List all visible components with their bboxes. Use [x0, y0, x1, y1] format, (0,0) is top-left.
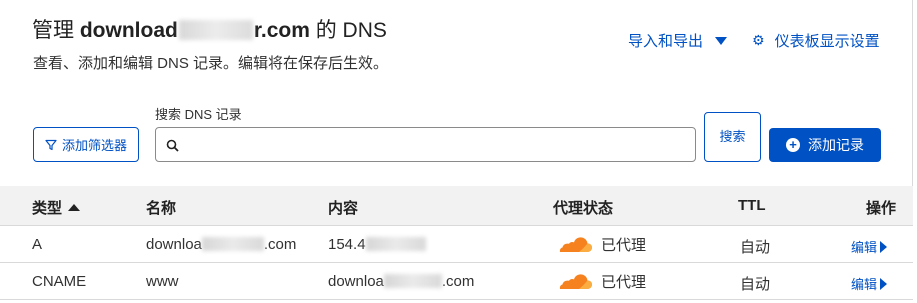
record-content: 154.4: [328, 236, 426, 253]
import-export-label: 导入和导出: [628, 33, 704, 50]
title-suffix: 的 DNS: [315, 19, 387, 42]
record-content: downloa .com: [328, 273, 475, 290]
proxy-status-label: 已代理: [601, 237, 647, 254]
funnel-icon: [45, 139, 57, 150]
page-title: 管理 download r.com 的 DNS: [32, 14, 387, 44]
page-subtitle: 查看、添加和编辑 DNS 记录。编辑将在保存后生效。: [33, 55, 389, 72]
add-filter-button[interactable]: 添加筛选器: [33, 127, 139, 162]
column-actions: 操作: [866, 200, 897, 217]
table-row: CNAME www downloa .com 已代理 自动 编辑: [0, 263, 913, 300]
dns-panel: 管理 download r.com 的 DNS 查看、添加和编辑 DNS 记录。编…: [0, 0, 913, 300]
add-filter-label: 添加筛选器: [61, 138, 127, 153]
column-type[interactable]: 类型: [32, 197, 81, 218]
table-header: 类型 名称 内容 代理状态 TTL 操作: [0, 186, 913, 226]
column-name[interactable]: 名称: [146, 197, 176, 218]
record-name: www: [146, 273, 179, 290]
record-name: downloa .com: [146, 236, 297, 253]
caret-right-icon: [880, 240, 888, 253]
title-prefix: 管理: [32, 19, 74, 42]
record-ttl: 自动: [740, 239, 771, 256]
column-ttl[interactable]: TTL: [738, 197, 766, 214]
add-record-button[interactable]: + 添加记录: [769, 128, 881, 162]
sort-ascending-icon: [68, 204, 81, 211]
cloud-icon: [559, 236, 592, 252]
dashboard-settings-link[interactable]: ⚙ 仪表板显示设置: [752, 30, 880, 51]
record-ttl: 自动: [740, 276, 771, 293]
column-content[interactable]: 内容: [328, 197, 358, 218]
redacted-block: [365, 237, 426, 251]
edit-button[interactable]: 编辑: [851, 274, 888, 293]
redacted-block: [201, 237, 264, 251]
record-type: A: [32, 236, 43, 253]
column-proxy-status[interactable]: 代理状态: [553, 197, 613, 218]
cloud-icon: [559, 273, 592, 289]
proxy-status-label: 已代理: [601, 274, 647, 291]
search-label: 搜索 DNS 记录: [155, 107, 242, 122]
plus-circle-icon: +: [786, 138, 800, 152]
caret-down-icon: [715, 36, 728, 45]
search-button[interactable]: 搜索: [704, 112, 761, 162]
search-field[interactable]: [155, 127, 696, 162]
caret-right-icon: [880, 277, 888, 290]
add-record-label: 添加记录: [808, 137, 864, 153]
proxy-status: 已代理: [557, 234, 646, 255]
proxy-status: 已代理: [557, 271, 646, 292]
edit-button[interactable]: 编辑: [851, 237, 888, 256]
search-icon: [166, 139, 179, 152]
edit-label: 编辑: [851, 277, 878, 292]
record-type: CNAME: [32, 273, 87, 290]
domain-name: download r.com: [79, 19, 310, 42]
dashboard-settings-label: 仪表板显示设置: [774, 33, 880, 50]
redacted-block: [383, 274, 442, 288]
gear-icon: ⚙: [752, 32, 765, 48]
table-row: A downloa .com 154.4 已代理 自动 编辑: [0, 226, 913, 263]
redacted-block: [178, 20, 253, 40]
search-input[interactable]: [188, 133, 688, 157]
import-export-dropdown[interactable]: 导入和导出: [628, 30, 728, 51]
edit-label: 编辑: [851, 240, 878, 255]
